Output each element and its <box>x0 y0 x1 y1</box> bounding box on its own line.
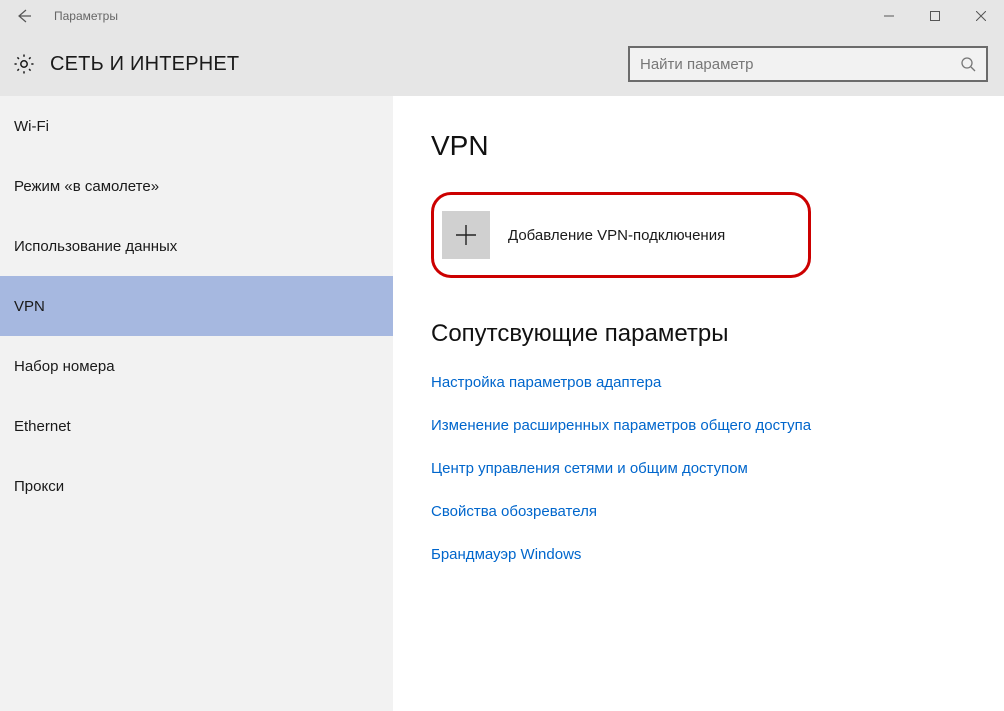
sidebar-item-ethernet[interactable]: Ethernet <box>0 396 393 456</box>
link-network-center[interactable]: Центр управления сетями и общим доступом <box>431 460 964 477</box>
minimize-button[interactable] <box>866 0 912 32</box>
sidebar-item-label: Использование данных <box>14 238 177 255</box>
search-input[interactable] <box>630 56 950 73</box>
sidebar-item-label: Ethernet <box>14 418 71 435</box>
link-adapter-settings[interactable]: Настройка параметров адаптера <box>431 374 964 391</box>
sidebar-item-airplane[interactable]: Режим «в самолете» <box>0 156 393 216</box>
search-box[interactable] <box>628 46 988 82</box>
body-area: Wi-Fi Режим «в самолете» Использование д… <box>0 96 1004 711</box>
close-button[interactable] <box>958 0 1004 32</box>
maximize-button[interactable] <box>912 0 958 32</box>
plus-icon <box>442 211 490 259</box>
arrow-left-icon <box>16 8 32 24</box>
search-icon <box>950 56 986 72</box>
link-firewall[interactable]: Брандмауэр Windows <box>431 546 964 563</box>
sidebar-item-proxy[interactable]: Прокси <box>0 456 393 516</box>
related-settings-title: Сопутсвующие параметры <box>431 320 964 348</box>
sidebar-item-label: Wi-Fi <box>14 118 49 135</box>
sidebar-item-data-usage[interactable]: Использование данных <box>0 216 393 276</box>
sidebar: Wi-Fi Режим «в самолете» Использование д… <box>0 96 393 711</box>
back-button[interactable] <box>0 0 48 32</box>
window-title: Параметры <box>48 9 118 23</box>
sidebar-item-label: Набор номера <box>14 358 115 375</box>
titlebar: Параметры <box>0 0 1004 32</box>
add-vpn-button[interactable]: Добавление VPN-подключения <box>431 192 811 278</box>
page-title: VPN <box>431 130 964 162</box>
window-controls <box>866 0 1004 32</box>
sidebar-item-dialup[interactable]: Набор номера <box>0 336 393 396</box>
minimize-icon <box>884 11 894 21</box>
gear-icon <box>10 50 38 78</box>
main-content: VPN Добавление VPN-подключения Сопутсвую… <box>393 96 1004 711</box>
sidebar-item-label: VPN <box>14 298 45 315</box>
header-title: СЕТЬ И ИНТЕРНЕТ <box>50 53 239 76</box>
maximize-icon <box>930 11 940 21</box>
sidebar-item-label: Режим «в самолете» <box>14 178 159 195</box>
link-advanced-sharing[interactable]: Изменение расширенных параметров общего … <box>431 417 964 434</box>
header: СЕТЬ И ИНТЕРНЕТ <box>0 32 1004 96</box>
add-vpn-label: Добавление VPN-подключения <box>508 227 725 244</box>
sidebar-item-label: Прокси <box>14 478 64 495</box>
close-icon <box>976 11 986 21</box>
sidebar-item-vpn[interactable]: VPN <box>0 276 393 336</box>
link-internet-options[interactable]: Свойства обозревателя <box>431 503 964 520</box>
sidebar-item-wifi[interactable]: Wi-Fi <box>0 96 393 156</box>
